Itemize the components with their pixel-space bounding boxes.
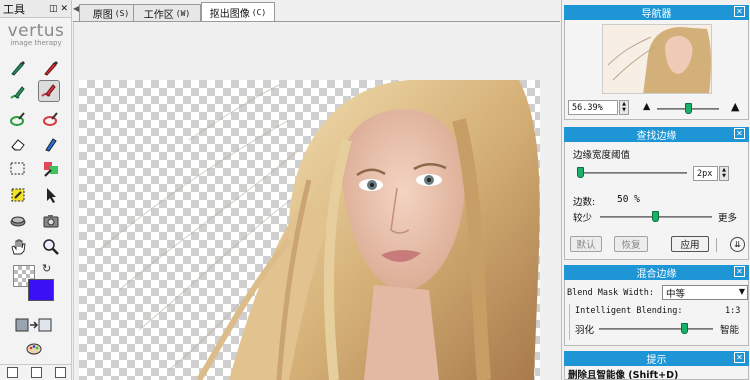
zoom-slider[interactable]	[657, 103, 719, 114]
zoom-input[interactable]: 56.39%	[568, 100, 618, 115]
width-threshold-spinner[interactable]: ▲ ▼	[719, 166, 729, 181]
group-line	[569, 304, 570, 340]
close-icon[interactable]: ✕	[734, 352, 745, 363]
tips-text: 删除且智能像 (Shift+D)	[568, 370, 679, 380]
pen-fill-icon[interactable]	[40, 133, 62, 155]
tab-workspace[interactable]: 工作区 (W)	[133, 4, 201, 22]
feather-label: 羽化	[575, 325, 595, 336]
keep-lasso-icon[interactable]	[7, 108, 29, 130]
blend-mask-width-value: 中等	[666, 288, 686, 300]
navigator-header[interactable]: 导航器 ✕	[564, 5, 749, 20]
keep-brush-edge-icon[interactable]	[7, 82, 29, 104]
color-replace-icon[interactable]	[40, 158, 62, 180]
logo-subtitle: image therapy	[10, 39, 62, 47]
close-icon[interactable]: ✕	[734, 266, 745, 277]
tips-title: 提示	[646, 355, 667, 366]
edge-amount-thumb[interactable]	[652, 211, 659, 222]
more-label: 更多	[718, 213, 738, 224]
erase-brush-icon[interactable]	[40, 57, 62, 79]
erase-brush-edge-icon[interactable]	[38, 80, 60, 102]
edge-amount-slider[interactable]	[600, 211, 712, 222]
tools-panel: 工具 ◫ ✕ vertus image therapy ↻	[0, 0, 72, 380]
hand-icon[interactable]	[7, 236, 29, 258]
width-threshold-thumb[interactable]	[577, 167, 584, 178]
palette-icon[interactable]	[23, 338, 45, 360]
blend-edges-panel: Blend Mask Width: 中等 ▼ Intelligent Blend…	[564, 280, 749, 346]
foreground-color-swatch[interactable]	[28, 279, 54, 301]
restore-button[interactable]: 恢复	[614, 236, 648, 252]
expand-icon[interactable]: ⇊	[730, 237, 745, 252]
view-single-icon[interactable]	[6, 367, 18, 378]
close-icon[interactable]: ✕	[734, 6, 745, 17]
intelligent-blending-thumb[interactable]	[681, 323, 688, 334]
edge-amount-value: 50 %	[617, 194, 640, 205]
less-label: 较少	[573, 213, 593, 224]
navigator-panel: 56.39% ▲ ▼ ▲ ▲	[564, 20, 749, 120]
portrait-photo	[98, 80, 540, 380]
edge-finder-panel: 边缘宽度阈值 2px ▲ ▼ 边数: 50 % 较少 更多 默认 恢复 应用 ⇊	[564, 142, 749, 260]
width-threshold-input[interactable]: 2px	[693, 166, 718, 181]
tab-workspace-label: 工作区	[143, 10, 174, 21]
blend-edges-header[interactable]: 混合边缘 ✕	[564, 265, 749, 280]
zoom-value: 56.39%	[572, 102, 603, 113]
width-threshold-slider[interactable]	[577, 167, 687, 178]
zoom-icon[interactable]	[40, 236, 62, 258]
vertus-logo: vertus image therapy	[6, 22, 66, 47]
default-button[interactable]: 默认	[570, 236, 602, 252]
tab-original-label: 原图	[92, 10, 113, 21]
button-divider	[716, 238, 717, 252]
intelligent-blending-value: 1:3	[725, 306, 741, 316]
view-mode-switcher	[0, 364, 72, 380]
tab-bar: ◀▶ 原图(S) 工作区(W) 抠出图像(C)	[73, 0, 560, 22]
navigator-title: 导航器	[641, 9, 672, 20]
tools-panel-header: 工具 ◫ ✕	[0, 0, 71, 18]
tools-panel-title: 工具	[3, 2, 25, 16]
tab-cutout-key: (C)	[251, 8, 267, 17]
blend-edges-title: 混合边缘	[636, 269, 677, 280]
logo-text: vertus	[7, 21, 65, 41]
edge-amount-label: 边数:	[573, 197, 596, 208]
magic-select-icon[interactable]	[7, 184, 29, 206]
tab-cutout-label: 抠出图像	[209, 9, 250, 20]
tips-panel: 删除且智能像 (Shift+D)	[564, 366, 749, 380]
erase-lasso-icon[interactable]	[40, 108, 62, 130]
canvas-area[interactable]	[73, 22, 560, 380]
tips-header[interactable]: 提示 ✕	[564, 351, 749, 366]
chevron-down-icon: ▼	[738, 287, 745, 296]
navigator-thumbnail[interactable]	[602, 24, 712, 94]
zoom-out-icon[interactable]: ▲	[643, 101, 650, 112]
keep-brush-icon[interactable]	[7, 57, 29, 79]
close-panel-icon[interactable]: ✕	[60, 4, 68, 14]
intelligent-blending-slider[interactable]	[599, 323, 713, 334]
blend-mask-width-label: Blend Mask Width:	[567, 288, 654, 298]
close-icon[interactable]: ✕	[734, 128, 745, 139]
view-full-icon[interactable]	[54, 367, 66, 378]
width-threshold-label: 边缘宽度阈值	[573, 150, 631, 161]
smart-label: 智能	[720, 325, 740, 336]
rect-select-icon[interactable]	[7, 158, 29, 180]
eraser-icon[interactable]	[7, 133, 29, 155]
view-split-icon[interactable]	[30, 367, 42, 378]
arrow-pointer-icon[interactable]	[40, 184, 62, 206]
zoom-spinner[interactable]: ▲ ▼	[619, 100, 629, 115]
edge-finder-header[interactable]: 查找边缘 ✕	[564, 127, 749, 142]
apply-button[interactable]: 应用	[671, 236, 709, 252]
float-panel-icon[interactable]: ◫	[49, 4, 58, 14]
stamp-icon[interactable]	[7, 210, 29, 232]
right-panels: 导航器 ✕ 56.39% ▲ ▼ ▲ ▲ 查找边缘 ✕ 边缘宽度阈值 2px ▲…	[561, 0, 750, 380]
width-threshold-value: 2px	[697, 168, 713, 179]
compare-images-icon[interactable]	[14, 314, 54, 336]
intelligent-blending-label: Intelligent Blending:	[575, 306, 683, 316]
blend-mask-width-select[interactable]: 中等 ▼	[662, 285, 748, 300]
camera-icon[interactable]	[40, 210, 62, 232]
thumbnail-image	[607, 27, 711, 93]
zoom-slider-thumb[interactable]	[685, 103, 692, 114]
cutout-image[interactable]	[79, 80, 540, 380]
swap-colors-icon[interactable]: ↻	[42, 262, 51, 275]
tab-workspace-key: (W)	[175, 9, 191, 18]
tab-cutout[interactable]: 抠出图像 (C)	[201, 2, 275, 22]
edge-finder-title: 查找边缘	[636, 131, 677, 142]
tab-original-key: (S)	[114, 9, 130, 18]
zoom-in-icon[interactable]: ▲	[731, 100, 739, 113]
